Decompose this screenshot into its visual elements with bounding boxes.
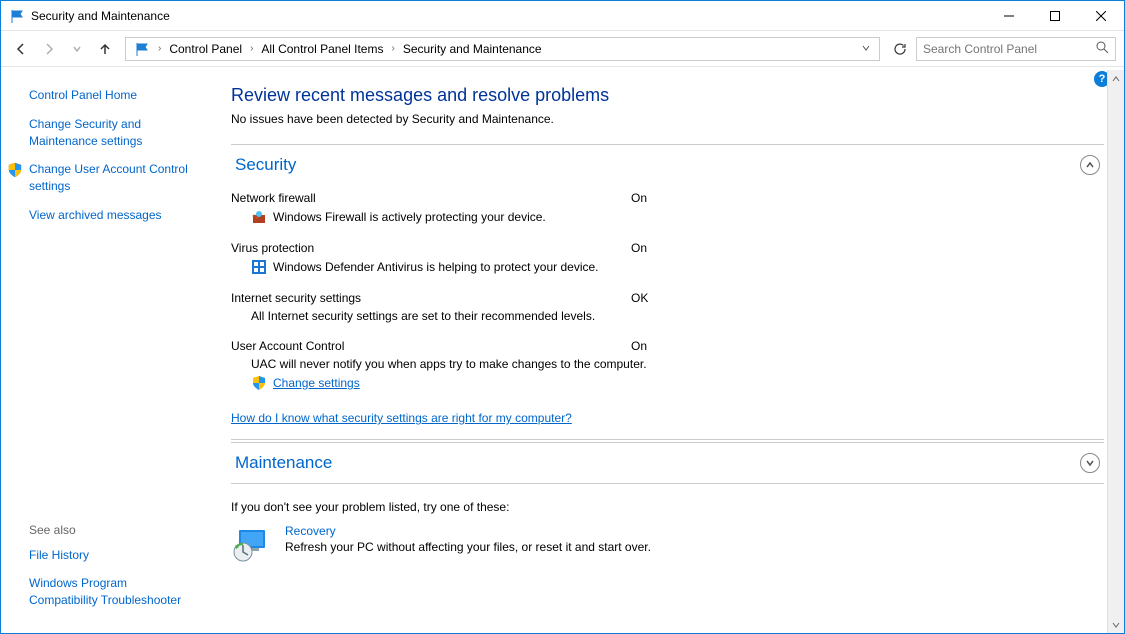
footer-text: If you don't see your problem listed, tr… bbox=[231, 500, 1104, 514]
sidebar-link-label: Change User Account Control settings bbox=[29, 162, 188, 193]
defender-icon bbox=[251, 259, 267, 275]
maintenance-section-title: Maintenance bbox=[235, 453, 1080, 473]
sidebar: Control Panel Home Change Security and M… bbox=[1, 67, 211, 633]
chevron-right-icon: › bbox=[246, 43, 257, 54]
window-title: Security and Maintenance bbox=[31, 9, 986, 23]
flag-icon bbox=[9, 8, 25, 24]
window-controls bbox=[986, 1, 1124, 30]
flag-icon bbox=[134, 41, 150, 57]
breadcrumb-item[interactable]: Security and Maintenance bbox=[399, 40, 546, 58]
maintenance-section: Maintenance bbox=[231, 442, 1104, 484]
uac-item: User Account Control On UAC will never n… bbox=[231, 333, 1104, 401]
firewall-item: Network firewall On Windows Firewall is … bbox=[231, 185, 1104, 235]
scroll-up-button[interactable] bbox=[1108, 70, 1124, 87]
expand-icon[interactable] bbox=[1080, 453, 1100, 473]
item-status: On bbox=[631, 191, 647, 205]
security-section-title: Security bbox=[235, 155, 1080, 175]
back-button[interactable] bbox=[9, 37, 33, 61]
seealso-link[interactable]: File History bbox=[29, 547, 199, 564]
shield-icon bbox=[7, 162, 23, 178]
maintenance-section-header[interactable]: Maintenance bbox=[231, 443, 1104, 483]
recovery-link[interactable]: Recovery bbox=[285, 524, 651, 538]
forward-button[interactable] bbox=[37, 37, 61, 61]
breadcrumb-item[interactable]: Control Panel bbox=[165, 40, 246, 58]
item-label: Network firewall bbox=[231, 191, 631, 205]
up-button[interactable] bbox=[93, 37, 117, 61]
refresh-button[interactable] bbox=[888, 37, 912, 61]
seealso-link[interactable]: Windows Program Compatibility Troublesho… bbox=[29, 575, 199, 609]
close-button[interactable] bbox=[1078, 1, 1124, 30]
chevron-right-icon: › bbox=[154, 43, 165, 54]
item-status: OK bbox=[631, 291, 648, 305]
item-status: On bbox=[631, 241, 647, 255]
content: Review recent messages and resolve probl… bbox=[211, 67, 1124, 633]
page-heading: Review recent messages and resolve probl… bbox=[231, 85, 1104, 106]
control-panel-home-link[interactable]: Control Panel Home bbox=[29, 87, 199, 104]
item-status: On bbox=[631, 339, 647, 353]
body: ? Control Panel Home Change Security and… bbox=[1, 67, 1124, 633]
titlebar: Security and Maintenance bbox=[1, 1, 1124, 31]
recent-dropdown[interactable] bbox=[65, 37, 89, 61]
item-label: Virus protection bbox=[231, 241, 631, 255]
sidebar-link[interactable]: View archived messages bbox=[29, 207, 199, 224]
page-subheading: No issues have been detected by Security… bbox=[231, 112, 1104, 126]
collapse-icon[interactable] bbox=[1080, 155, 1100, 175]
recovery-block: Recovery Refresh your PC without affecti… bbox=[231, 524, 1104, 564]
shield-icon bbox=[251, 375, 267, 391]
item-label: User Account Control bbox=[231, 339, 631, 353]
internet-settings-item: Internet security settings OK All Intern… bbox=[231, 285, 1104, 333]
item-detail: Windows Firewall is actively protecting … bbox=[273, 210, 546, 224]
recovery-icon bbox=[231, 524, 271, 564]
firewall-icon bbox=[251, 209, 267, 225]
item-detail: Windows Defender Antivirus is helping to… bbox=[273, 260, 599, 274]
maximize-button[interactable] bbox=[1032, 1, 1078, 30]
security-help-link[interactable]: How do I know what security settings are… bbox=[231, 411, 572, 425]
security-section: Security Network firewall On Windows Fir… bbox=[231, 144, 1104, 440]
minimize-button[interactable] bbox=[986, 1, 1032, 30]
search-icon bbox=[1096, 41, 1109, 57]
search-box[interactable] bbox=[916, 37, 1116, 61]
scroll-down-button[interactable] bbox=[1108, 616, 1124, 633]
virus-item: Virus protection On Windows Defender Ant… bbox=[231, 235, 1104, 285]
item-detail: UAC will never notify you when apps try … bbox=[251, 357, 647, 371]
item-detail: All Internet security settings are set t… bbox=[251, 309, 595, 323]
security-section-header[interactable]: Security bbox=[231, 145, 1104, 185]
item-label: Internet security settings bbox=[231, 291, 631, 305]
search-input[interactable] bbox=[923, 42, 1096, 56]
toolbar: › Control Panel › All Control Panel Item… bbox=[1, 31, 1124, 67]
breadcrumb-item[interactable]: All Control Panel Items bbox=[257, 40, 387, 58]
sidebar-link[interactable]: Change Security and Maintenance settings bbox=[29, 116, 199, 150]
chevron-right-icon: › bbox=[387, 43, 398, 54]
address-dropdown[interactable] bbox=[857, 42, 875, 56]
sidebar-link-uac[interactable]: Change User Account Control settings bbox=[29, 161, 199, 195]
recovery-desc: Refresh your PC without affecting your f… bbox=[285, 540, 651, 554]
change-settings-link[interactable]: Change settings bbox=[273, 376, 360, 390]
see-also-label: See also bbox=[29, 523, 199, 537]
scrollbar[interactable] bbox=[1107, 70, 1124, 633]
breadcrumb[interactable]: › Control Panel › All Control Panel Item… bbox=[125, 37, 880, 61]
